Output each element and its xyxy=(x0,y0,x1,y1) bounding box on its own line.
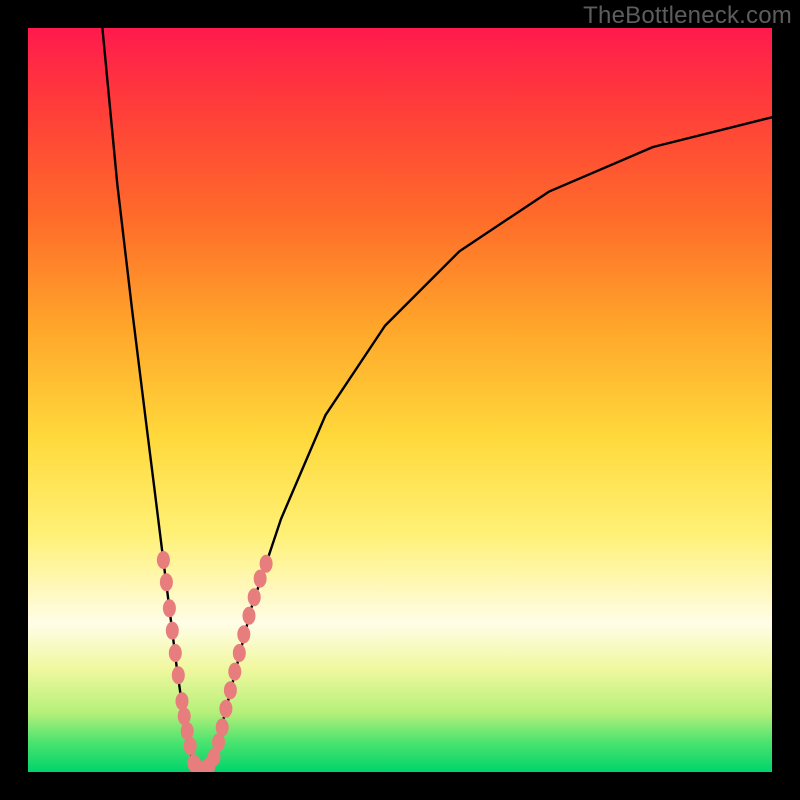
chart-curve xyxy=(102,28,772,772)
chart-marker-right xyxy=(243,607,256,625)
chart-marker-left xyxy=(172,666,185,684)
chart-svg xyxy=(28,28,772,772)
watermark-text: TheBottleneck.com xyxy=(583,2,792,30)
chart-marker-left xyxy=(163,599,176,617)
chart-marker-right xyxy=(216,718,229,736)
chart-marker-right xyxy=(237,625,250,643)
chart-marker-right xyxy=(219,700,232,718)
chart-marker-left xyxy=(166,622,179,640)
chart-marker-left xyxy=(184,737,197,755)
chart-markers xyxy=(157,551,273,772)
chart-marker-left xyxy=(157,551,170,569)
chart-marker-right xyxy=(260,555,273,573)
chart-marker-right xyxy=(228,663,241,681)
chart-frame: TheBottleneck.com xyxy=(0,0,800,800)
chart-marker-right xyxy=(248,588,261,606)
chart-marker-left xyxy=(160,573,173,591)
chart-marker-right xyxy=(224,681,237,699)
chart-marker-left xyxy=(169,644,182,662)
chart-marker-right xyxy=(233,644,246,662)
chart-plot-area xyxy=(28,28,772,772)
chart-marker-left xyxy=(176,692,189,710)
